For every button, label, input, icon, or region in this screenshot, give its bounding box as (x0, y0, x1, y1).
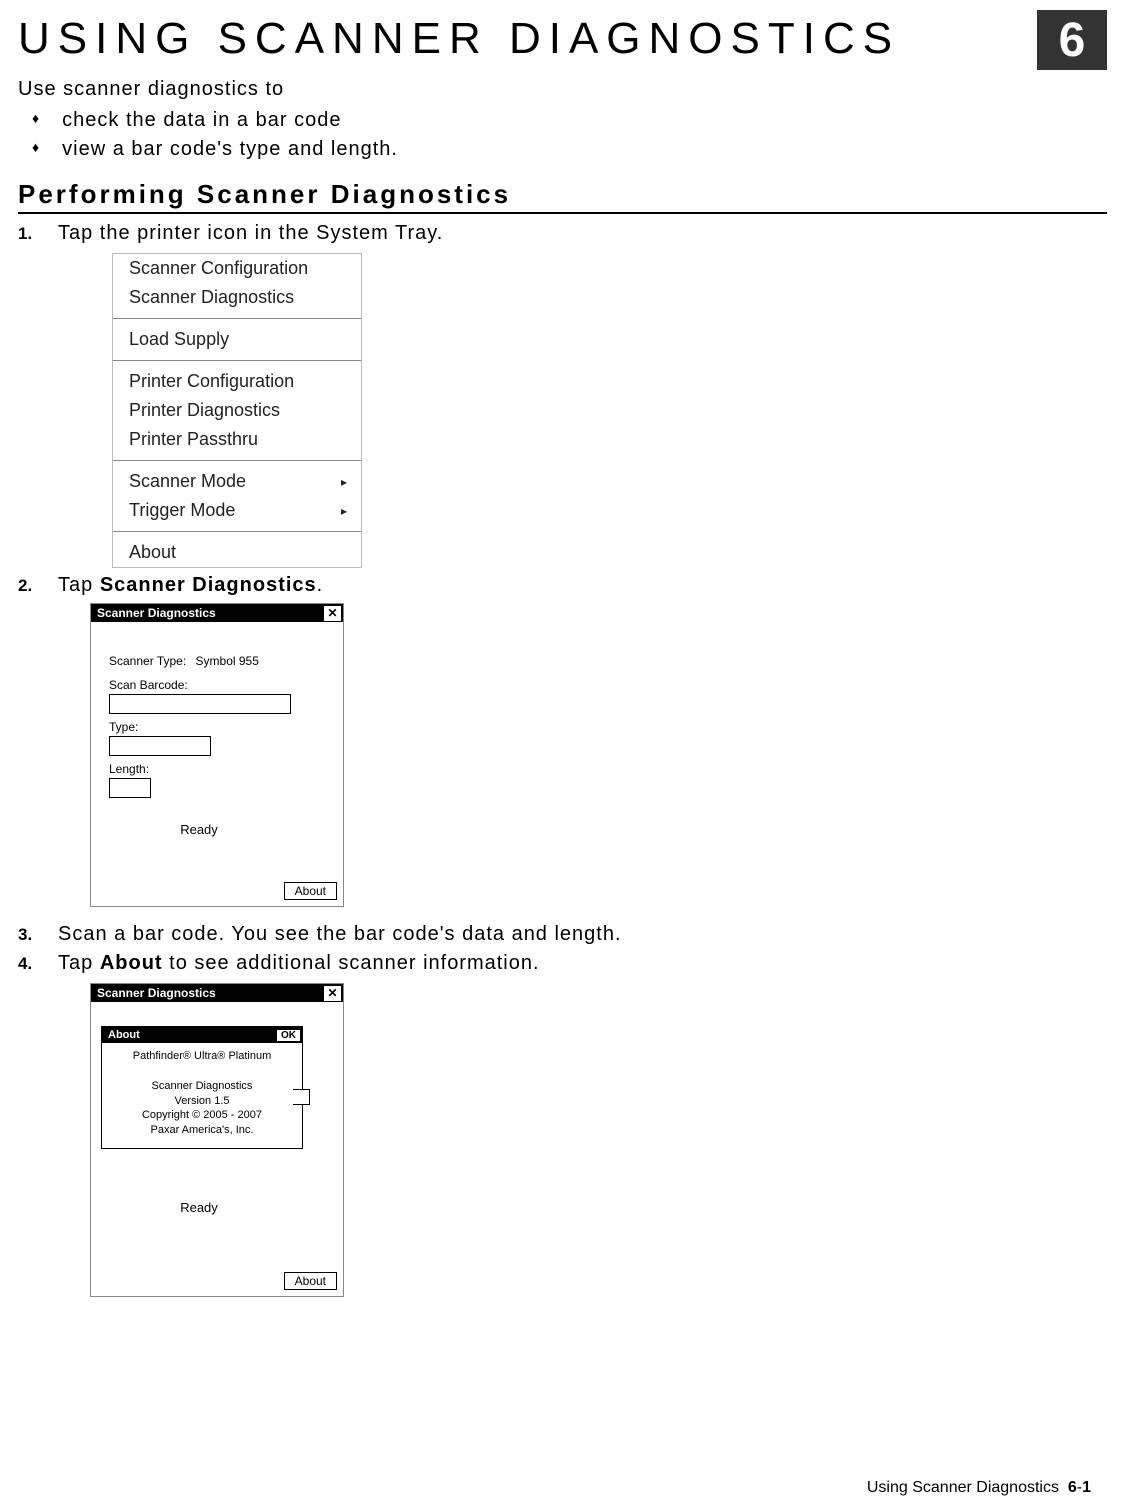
menu-item-printer-configuration[interactable]: Printer Configuration (113, 367, 361, 396)
about-product-name: Pathfinder® Ultra® Platinum (108, 1049, 296, 1064)
list-item: view a bar code's type and length. (64, 138, 1107, 161)
length-label: Length: (109, 762, 325, 776)
window-title: Scanner Diagnostics (97, 986, 216, 1000)
step-number: 3. (18, 925, 58, 945)
submenu-arrow-icon: ▸ (341, 504, 347, 518)
step-text: Tap Scanner Diagnostics. (58, 574, 323, 597)
about-copyright: Copyright © 2005 - 2007 (108, 1108, 296, 1123)
scan-barcode-label: Scan Barcode: (109, 678, 325, 692)
step-number: 2. (18, 576, 58, 596)
intro-text: Use scanner diagnostics to (18, 78, 1107, 101)
menu-item-scanner-mode[interactable]: Scanner Mode ▸ (113, 467, 361, 496)
step-number: 4. (18, 954, 58, 974)
menu-item-scanner-configuration[interactable]: Scanner Configuration (113, 254, 361, 283)
status-text: Ready (91, 1200, 307, 1215)
menu-item-label: Trigger Mode (129, 500, 235, 521)
chapter-number-badge: 6 (1037, 10, 1107, 70)
context-menu-screenshot: Scanner Configuration Scanner Diagnostic… (112, 253, 362, 568)
window-titlebar: Scanner Diagnostics ✕ (91, 984, 343, 1002)
menu-item-printer-diagnostics[interactable]: Printer Diagnostics (113, 396, 361, 425)
menu-item-label: Printer Configuration (129, 371, 294, 392)
step-text: Tap About to see additional scanner info… (58, 952, 540, 975)
menu-item-label: Scanner Configuration (129, 258, 308, 279)
menu-item-label: Printer Diagnostics (129, 400, 280, 421)
close-button[interactable]: ✕ (324, 986, 341, 1001)
about-dialog: About OK Pathfinder® Ultra® Platinum Sca… (101, 1026, 303, 1149)
scanner-diagnostics-window: Scanner Diagnostics ✕ Scanner Type: Symb… (90, 603, 344, 907)
menu-item-label: Scanner Diagnostics (129, 287, 294, 308)
length-input[interactable] (109, 778, 151, 798)
dialog-notch-icon (293, 1089, 310, 1105)
step-number: 1. (18, 224, 58, 244)
type-label: Type: (109, 720, 325, 734)
scanner-type-label: Scanner Type: (109, 654, 186, 668)
step-text: Tap the printer icon in the System Tray. (58, 222, 443, 245)
scanner-diagnostics-window-about: Scanner Diagnostics ✕ About OK Pathfinde… (90, 983, 344, 1297)
status-text: Ready (91, 822, 307, 837)
menu-item-load-supply[interactable]: Load Supply (113, 325, 361, 354)
page-title: USING SCANNER DIAGNOSTICS (18, 14, 900, 64)
window-title: Scanner Diagnostics (97, 606, 216, 620)
scanner-type-value: Symbol 955 (196, 654, 259, 668)
about-company: Paxar America's, Inc. (108, 1123, 296, 1138)
scan-barcode-input[interactable] (109, 694, 291, 714)
menu-item-label: Scanner Mode (129, 471, 246, 492)
menu-item-label: About (129, 542, 176, 563)
menu-item-label: Load Supply (129, 329, 229, 350)
menu-item-printer-passthru[interactable]: Printer Passthru (113, 425, 361, 454)
about-dialog-title: About (108, 1029, 140, 1041)
menu-item-trigger-mode[interactable]: Trigger Mode ▸ (113, 496, 361, 525)
menu-item-label: Printer Passthru (129, 429, 258, 450)
menu-item-scanner-diagnostics[interactable]: Scanner Diagnostics (113, 283, 361, 312)
page-footer: Using Scanner Diagnostics 6-1 (867, 1479, 1091, 1497)
about-button[interactable]: About (284, 882, 337, 900)
intro-bullet-list: check the data in a bar code view a bar … (18, 109, 1107, 161)
about-component-name: Scanner Diagnostics (108, 1079, 296, 1094)
list-item: check the data in a bar code (64, 109, 1107, 132)
ok-button[interactable]: OK (277, 1030, 300, 1041)
window-titlebar: Scanner Diagnostics ✕ (91, 604, 343, 622)
step-text: Scan a bar code. You see the bar code's … (58, 923, 622, 946)
submenu-arrow-icon: ▸ (341, 475, 347, 489)
about-version: Version 1.5 (108, 1094, 296, 1109)
about-button[interactable]: About (284, 1272, 337, 1290)
close-button[interactable]: ✕ (324, 606, 341, 621)
type-input[interactable] (109, 736, 211, 756)
menu-item-about[interactable]: About (113, 538, 361, 567)
section-heading: Performing Scanner Diagnostics (18, 179, 1107, 214)
